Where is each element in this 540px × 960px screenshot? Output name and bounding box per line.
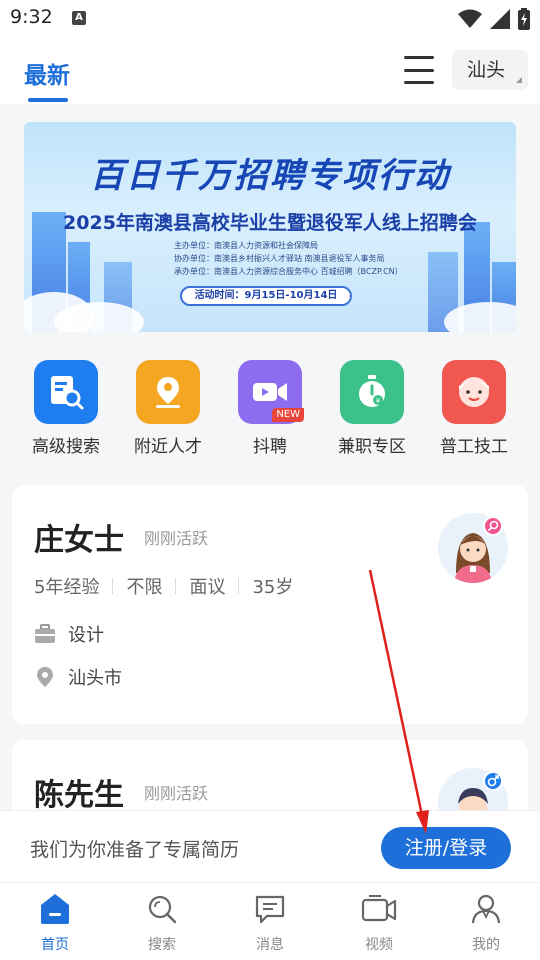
- menu-icon[interactable]: [404, 56, 434, 84]
- worker-face-icon: [442, 360, 506, 424]
- tab-label: 我的: [472, 937, 500, 953]
- quick-part-time[interactable]: ¥ 兼职专区: [322, 360, 422, 457]
- video-camera-icon: NEW: [238, 360, 304, 424]
- stopwatch-icon: ¥: [340, 360, 404, 424]
- banner-undertaker: 承办单位：南澳县人力资源综合服务中心 百城招聘（BCZP.CN）: [174, 267, 403, 276]
- video-icon: [339, 891, 419, 927]
- advanced-search-icon: [34, 360, 98, 424]
- experience-tag: 5年经验: [34, 577, 100, 598]
- candidate-job-row: 设计: [34, 621, 104, 647]
- signal-icon: [490, 9, 510, 29]
- tab-messages[interactable]: 消息: [230, 891, 310, 954]
- tab-home[interactable]: 首页: [15, 891, 95, 954]
- age-tag: 35岁: [252, 577, 294, 598]
- candidate-name: 庄女士: [34, 523, 124, 558]
- education-tag: 不限: [126, 577, 163, 598]
- search-icon: [122, 891, 202, 927]
- female-icon: [483, 516, 503, 536]
- bottom-tab-bar: 首页 搜索 消息 视频 我的: [0, 882, 540, 960]
- map-pin-icon: [34, 666, 56, 688]
- quick-label: 附近人才: [134, 437, 202, 457]
- quick-video-hiring[interactable]: NEW 抖聘: [220, 360, 320, 457]
- quick-label: 抖聘: [253, 437, 287, 457]
- quick-nearby-talent[interactable]: 附近人才: [118, 360, 218, 457]
- message-icon: [230, 891, 310, 927]
- banner-event-time: 活动时间：9月15日-10月14日: [180, 286, 352, 306]
- profile-icon: [446, 891, 526, 927]
- accessibility-icon: A: [72, 11, 86, 25]
- candidate-tags: 5年经验 不限 面议 35岁: [34, 573, 293, 599]
- register-prompt-bar: 我们为你准备了专属简历 注册/登录: [0, 810, 540, 882]
- tab-profile[interactable]: 我的: [446, 891, 526, 954]
- briefcase-icon: [34, 623, 56, 645]
- register-login-button[interactable]: 注册/登录: [381, 827, 511, 869]
- male-icon: [483, 771, 503, 791]
- svg-text:¥: ¥: [376, 397, 381, 405]
- tab-video[interactable]: 视频: [339, 891, 419, 954]
- candidate-location: 汕头市: [68, 668, 122, 689]
- tab-label: 首页: [41, 937, 69, 953]
- quick-entries: 高级搜索 附近人才 NEW 抖聘 ¥ 兼职专区 普工技工: [0, 360, 540, 460]
- location-pin-icon: [136, 360, 200, 424]
- corner-triangle-icon: [516, 77, 522, 83]
- top-nav: 最新 汕头: [0, 36, 540, 104]
- home-icon: [15, 891, 95, 927]
- tab-label: 视频: [365, 937, 393, 953]
- activity-status: 刚刚活跃: [144, 529, 209, 548]
- salary-tag: 面议: [189, 577, 226, 598]
- tab-label: 搜索: [148, 937, 176, 953]
- battery-icon: [518, 8, 530, 30]
- quick-label: 普工技工: [440, 437, 508, 457]
- banner-subtitle: 2025年南澳县高校毕业生暨退役军人线上招聘会: [63, 212, 477, 234]
- register-prompt-text: 我们为你准备了专属简历: [30, 839, 240, 861]
- candidate-location-row: 汕头市: [34, 664, 122, 690]
- banner-title: 百日千万招聘专项行动: [90, 156, 450, 196]
- tab-search[interactable]: 搜索: [122, 891, 202, 954]
- banner-co-organizer: 协办单位：南澳县乡村振兴人才驿站 南澳县退役军人事务局: [174, 254, 385, 263]
- status-time: 9:32: [10, 6, 53, 28]
- quick-general-workers[interactable]: 普工技工: [424, 360, 524, 457]
- quick-label: 高级搜索: [32, 437, 100, 457]
- new-badge: NEW: [272, 408, 304, 422]
- quick-label: 兼职专区: [338, 437, 406, 457]
- tab-latest[interactable]: 最新: [24, 56, 70, 90]
- quick-advanced-search[interactable]: 高级搜索: [16, 360, 116, 457]
- activity-status: 刚刚活跃: [144, 784, 209, 803]
- tab-label: 消息: [256, 937, 284, 953]
- city-label: 汕头: [467, 59, 506, 81]
- status-icons: [458, 8, 530, 30]
- status-bar: 9:32 A: [0, 0, 540, 36]
- promo-banner[interactable]: 百日千万招聘专项行动 2025年南澳县高校毕业生暨退役军人线上招聘会 主办单位：…: [24, 122, 516, 332]
- banner-organizer: 主办单位：南澳县人力资源和社会保障局: [174, 241, 318, 250]
- city-selector[interactable]: 汕头: [452, 50, 528, 90]
- candidate-card[interactable]: 庄女士 刚刚活跃 5年经验 不限 面议 35岁 设计 汕头市: [12, 485, 528, 724]
- tab-underline: [28, 98, 68, 102]
- wifi-icon: [458, 9, 482, 28]
- candidate-name: 陈先生: [34, 778, 124, 813]
- candidate-job: 设计: [68, 625, 104, 646]
